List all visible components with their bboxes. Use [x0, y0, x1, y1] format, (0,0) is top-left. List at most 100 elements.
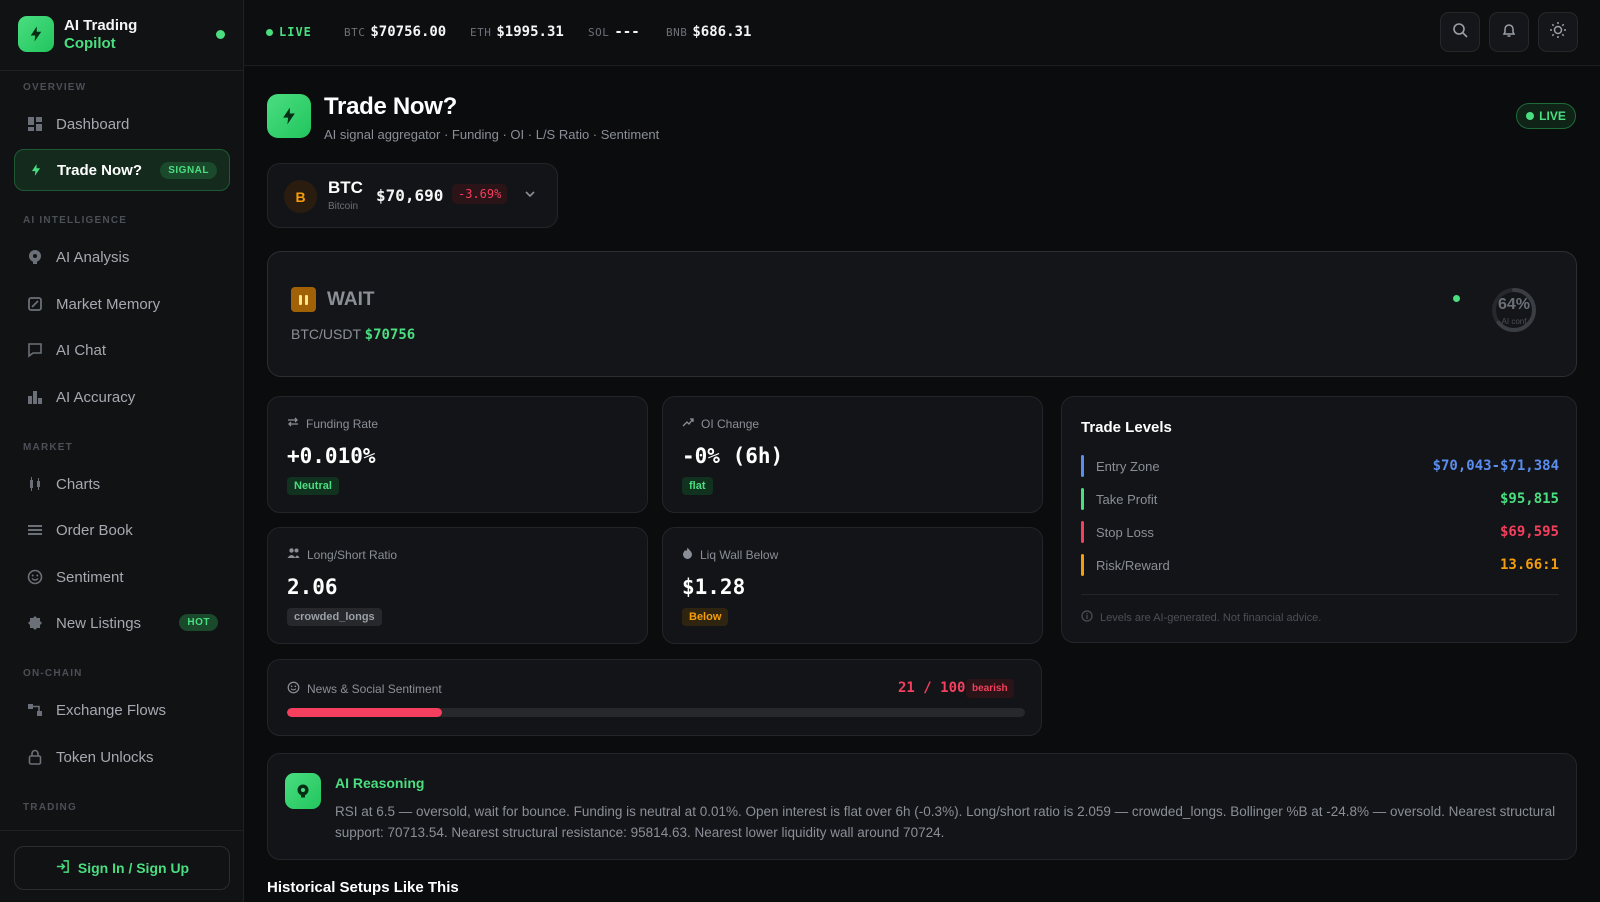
login-icon [55, 859, 70, 877]
metric-label: Liq Wall Below [700, 547, 779, 562]
level-value: 13.66:1 [1499, 557, 1559, 573]
ticker-price: $70756.00 [370, 24, 447, 40]
sidebar-item-label: AI Chat [56, 341, 107, 359]
brand[interactable]: AI Trading Copilot [18, 16, 228, 54]
ticker-symbol: BNB [666, 26, 688, 39]
ticker-btc[interactable]: BTC $70756.00 [344, 24, 446, 40]
sidebar-item-order-book[interactable]: Order Book [14, 509, 230, 551]
level-row-risk-reward: Risk/Reward 13.66:1 [1081, 554, 1559, 576]
search-button[interactable] [1440, 12, 1480, 52]
metric-label: Long/Short Ratio [307, 547, 398, 562]
live-badge: LIVE [1516, 103, 1576, 129]
metric-value: -0% (6h) [682, 444, 784, 468]
brand-title: AI Trading [64, 17, 138, 34]
pair-price: $70756 [364, 327, 416, 343]
lock-icon [26, 748, 44, 766]
metric-header: OI Change [682, 416, 759, 431]
trade-levels-card: Trade Levels Entry Zone $70,043-$71,384 … [1061, 396, 1577, 643]
theme-toggle-button[interactable] [1538, 12, 1578, 52]
bolt-icon [18, 16, 54, 52]
section-label-ai-intelligence: AI INTELLIGENCE [23, 215, 128, 226]
sidebar-item-label: AI Analysis [56, 248, 130, 266]
flow-icon [26, 701, 44, 719]
asset-selector[interactable]: B BTC Bitcoin $70,690 -3.69% [267, 163, 558, 228]
sidebar-item-token-unlocks[interactable]: Token Unlocks [14, 736, 230, 778]
live-dot [1526, 112, 1535, 120]
status-dot [216, 30, 225, 39]
flame-icon [682, 547, 693, 562]
brain-icon [26, 248, 44, 266]
bell-icon [1501, 22, 1517, 43]
ticker-sol[interactable]: SOL --- [588, 24, 640, 40]
status-dot [1453, 295, 1460, 302]
sidebar-item-market-memory[interactable]: Market Memory [14, 283, 230, 325]
sidebar-item-trade-now[interactable]: Trade Now? SIGNAL [14, 149, 230, 191]
level-row-stop-loss: Stop Loss $69,595 [1081, 521, 1559, 543]
ticker-bnb[interactable]: BNB $686.31 [666, 24, 751, 40]
liq-wall-card: Liq Wall Below $1.28 Below [662, 527, 1043, 644]
metric-value: 2.06 [287, 575, 338, 599]
sidebar-item-label: Charts [56, 475, 101, 493]
sidebar-item-sentiment[interactable]: Sentiment [14, 556, 230, 598]
ticker-price: --- [614, 24, 640, 40]
ai-reasoning-title: AI Reasoning [335, 775, 425, 791]
hot-badge: HOT [179, 614, 218, 631]
top-bar: LIVE BTC $70756.00 ETH $1995.31 SOL --- … [244, 0, 1600, 66]
sentiment-tag: bearish [966, 679, 1014, 698]
asset-change: -3.69% [452, 184, 508, 204]
level-label: Stop Loss [1096, 525, 1154, 540]
list-icon [26, 521, 44, 539]
history-icon [26, 295, 44, 313]
sidebar-item-exchange-flows[interactable]: Exchange Flows [14, 689, 230, 731]
sidebar-item-new-listings[interactable]: New Listings HOT [14, 602, 230, 644]
pair-label: BTC/USDT [291, 326, 361, 342]
sidebar-item-ai-chat[interactable]: AI Chat [14, 329, 230, 371]
level-color-bar [1081, 521, 1084, 543]
ai-reasoning-text: RSI at 6.5 — oversold, wait for bounce. … [335, 804, 1556, 840]
oi-change-card: OI Change -0% (6h) flat [662, 396, 1043, 513]
sign-in-label: Sign In / Sign Up [77, 860, 190, 876]
sidebar-item-dashboard[interactable]: Dashboard [14, 103, 230, 145]
ticker-price: $686.31 [692, 24, 752, 40]
swap-icon [287, 416, 299, 431]
sign-in-button[interactable]: Sign In / Sign Up [14, 846, 230, 890]
level-value: $69,595 [1499, 524, 1559, 540]
sidebar-item-label: Market Memory [56, 295, 161, 313]
sentiment-bar-fill [287, 708, 442, 717]
confidence-caption: AI conf [1501, 317, 1527, 326]
metric-tag: Neutral [287, 477, 339, 495]
sidebar-item-ai-analysis[interactable]: AI Analysis [14, 236, 230, 278]
trend-up-icon [682, 416, 694, 431]
metric-tag: crowded_longs [287, 608, 382, 626]
signal-badge: SIGNAL [160, 162, 217, 179]
metric-header: Long/Short Ratio [287, 547, 397, 562]
disclaimer: Levels are AI-generated. Not financial a… [1081, 610, 1321, 625]
sidebar-item-charts[interactable]: Charts [14, 463, 230, 505]
sidebar-item-label: Trade Now? [57, 161, 143, 179]
bolt-icon [267, 94, 311, 138]
ticker-eth[interactable]: ETH $1995.31 [470, 24, 564, 40]
search-icon [1452, 22, 1468, 43]
sidebar-item-label: AI Accuracy [56, 388, 136, 406]
sidebar-item-label: Exchange Flows [56, 701, 167, 719]
sidebar-item-label: Token Unlocks [56, 748, 154, 766]
signal-card: WAIT BTC/USDT $70756 64% AI conf [267, 251, 1577, 377]
level-label: Entry Zone [1096, 459, 1160, 474]
notifications-button[interactable] [1489, 12, 1529, 52]
level-row-entry: Entry Zone $70,043-$71,384 [1081, 455, 1559, 477]
long-short-ratio-card: Long/Short Ratio 2.06 crowded_longs [267, 527, 648, 644]
brand-subtitle: Copilot [64, 35, 116, 52]
sidebar-item-ai-accuracy[interactable]: AI Accuracy [14, 376, 230, 418]
pause-icon [291, 287, 316, 312]
metric-header: Liq Wall Below [682, 547, 778, 562]
level-value: $70,043-$71,384 [1432, 458, 1559, 474]
metric-value: +0.010% [287, 444, 376, 468]
live-badge-label: LIVE [1539, 109, 1566, 123]
trade-levels-title: Trade Levels [1081, 419, 1172, 436]
level-label: Risk/Reward [1096, 558, 1170, 573]
asset-avatar: B [284, 180, 317, 213]
metric-tag: flat [682, 477, 713, 495]
signal-pair: BTC/USDT $70756 [291, 326, 415, 343]
live-label: LIVE [279, 25, 312, 39]
metric-label: OI Change [701, 416, 760, 431]
